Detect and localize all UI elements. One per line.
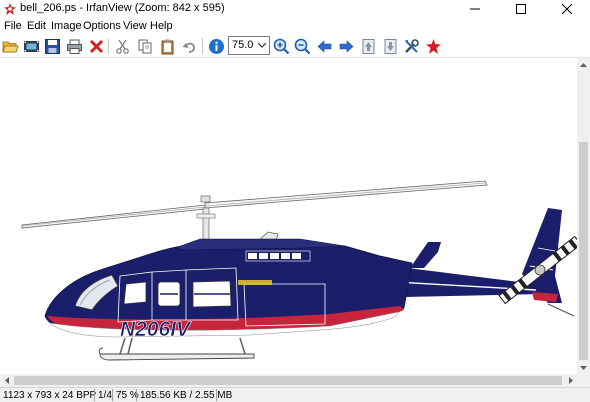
horizontal-scrollbar[interactable] bbox=[0, 374, 577, 387]
page-down-icon bbox=[384, 38, 396, 54]
menu-view[interactable]: View bbox=[123, 20, 147, 32]
previous-page-button[interactable] bbox=[358, 36, 378, 56]
menu-bar: File Edit Image Options View Help bbox=[0, 18, 590, 34]
tools-icon bbox=[404, 38, 419, 53]
scroll-left-icon[interactable] bbox=[0, 374, 13, 387]
zoom-out-icon bbox=[294, 38, 310, 54]
print-button[interactable] bbox=[64, 36, 84, 56]
chevron-down-icon bbox=[256, 38, 268, 53]
undo-button[interactable] bbox=[179, 36, 199, 56]
title-bar: bell_206.ps - IrfanView (Zoom: 842 x 595… bbox=[0, 0, 590, 18]
undo-icon bbox=[182, 42, 195, 53]
exit-icon bbox=[425, 38, 441, 54]
page-up-icon bbox=[362, 38, 374, 54]
tail-number-text: N206IV bbox=[120, 318, 192, 341]
delete-x-icon bbox=[89, 39, 103, 53]
next-page-button[interactable] bbox=[380, 36, 400, 56]
zoom-in-button[interactable] bbox=[271, 36, 291, 56]
status-bar: 1123 x 793 x 24 BPP 1/4 75 % 185.56 KB /… bbox=[0, 387, 590, 402]
clipboard-icon bbox=[161, 39, 173, 54]
irfanview-app-icon bbox=[4, 3, 16, 15]
save-button[interactable] bbox=[42, 36, 62, 56]
open-button[interactable] bbox=[0, 36, 20, 56]
minimize-icon bbox=[470, 8, 480, 10]
info-button[interactable] bbox=[206, 36, 226, 56]
menu-edit[interactable]: Edit bbox=[27, 20, 46, 32]
status-separator bbox=[216, 389, 217, 401]
scroll-right-icon[interactable] bbox=[564, 374, 577, 387]
vertical-scroll-thumb[interactable] bbox=[579, 142, 588, 360]
status-separator bbox=[112, 389, 113, 401]
exit-button[interactable] bbox=[423, 36, 443, 56]
menu-file[interactable]: File bbox=[4, 20, 22, 32]
zoom-select-value: 75.0 bbox=[232, 39, 254, 51]
menu-options[interactable]: Options bbox=[83, 20, 121, 32]
open-folder-icon bbox=[1, 41, 19, 52]
next-image-button[interactable] bbox=[336, 36, 356, 56]
previous-image-button[interactable] bbox=[314, 36, 334, 56]
printer-icon bbox=[66, 39, 82, 54]
properties-button[interactable] bbox=[401, 36, 421, 56]
scissors-icon bbox=[115, 39, 129, 54]
slideshow-button[interactable] bbox=[21, 36, 41, 56]
filmstrip-icon bbox=[23, 40, 39, 52]
floppy-disk-icon bbox=[44, 38, 60, 54]
delete-button[interactable] bbox=[86, 36, 106, 56]
vertical-scrollbar[interactable] bbox=[577, 58, 590, 374]
status-file-size: 185.56 KB / 2.55 MB bbox=[140, 390, 233, 401]
copy-button[interactable] bbox=[135, 36, 155, 56]
cut-button[interactable] bbox=[112, 36, 132, 56]
status-page: 1/4 bbox=[98, 390, 112, 401]
scroll-down-icon[interactable] bbox=[577, 361, 590, 374]
toolbar bbox=[0, 34, 590, 58]
close-button[interactable] bbox=[544, 0, 590, 18]
window-title: bell_206.ps - IrfanView (Zoom: 842 x 595… bbox=[20, 2, 225, 14]
scrollbar-corner bbox=[577, 374, 590, 387]
info-icon bbox=[208, 38, 224, 54]
minimize-button[interactable] bbox=[452, 0, 498, 18]
close-icon bbox=[562, 4, 572, 14]
helicopter-image: N206IV bbox=[21, 180, 577, 361]
scroll-up-icon[interactable] bbox=[577, 58, 590, 71]
status-separator bbox=[136, 389, 137, 401]
zoom-select[interactable]: 75.0 bbox=[228, 36, 270, 55]
status-dimensions: 1123 x 793 x 24 BPP bbox=[3, 390, 97, 401]
arrow-right-icon bbox=[339, 39, 353, 53]
toolbar-separator bbox=[202, 38, 203, 54]
toolbar-separator bbox=[108, 38, 109, 54]
maximize-button[interactable] bbox=[498, 0, 544, 18]
image-canvas[interactable]: N206IV bbox=[0, 58, 577, 374]
menu-help[interactable]: Help bbox=[150, 20, 173, 32]
horizontal-scroll-thumb[interactable] bbox=[14, 376, 562, 385]
paste-button[interactable] bbox=[157, 36, 177, 56]
zoom-in-icon bbox=[273, 38, 289, 54]
status-separator bbox=[94, 389, 95, 401]
zoom-out-button[interactable] bbox=[292, 36, 312, 56]
arrow-left-icon bbox=[317, 39, 331, 53]
menu-image[interactable]: Image bbox=[51, 20, 82, 32]
copy-icon bbox=[138, 39, 151, 53]
maximize-icon bbox=[516, 4, 526, 14]
